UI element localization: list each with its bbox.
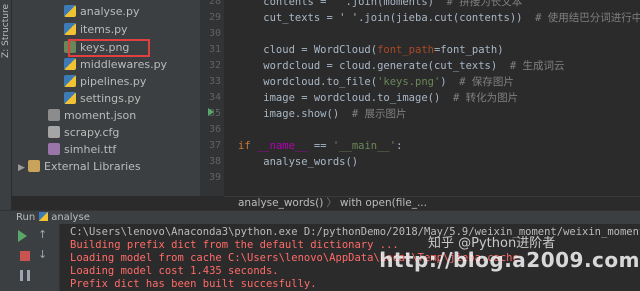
line-number: 30: [208, 28, 221, 39]
tree-item-label: scrapy.cfg: [64, 126, 120, 139]
tree-item-pipelines[interactable]: pipelines.py: [64, 74, 146, 90]
tree-item-external-libraries[interactable]: ▶ External Libraries: [18, 159, 141, 175]
code-param: font_path: [377, 44, 434, 56]
tree-item-items[interactable]: items.py: [64, 22, 128, 38]
run-tab-analyse[interactable]: analyse: [51, 212, 90, 223]
code-line: contents = ''.join(moments) # 拼接为长文本: [238, 0, 522, 10]
structure-tool-strip[interactable]: Z: Structure: [0, 0, 12, 210]
code-comment: # 展示图片: [351, 108, 407, 120]
tree-item-analyse[interactable]: analyse.py: [64, 4, 140, 20]
line-number: 38: [208, 156, 221, 167]
python-file-icon: [64, 92, 76, 104]
code-comment: # 拼接为长文本: [446, 0, 523, 8]
line-number: 34: [208, 92, 221, 103]
font-file-icon: [48, 143, 60, 155]
json-file-icon: [48, 109, 60, 121]
code-comment: # 保存图片: [459, 76, 514, 88]
line-number: 37: [208, 140, 221, 151]
line-number: 33: [208, 76, 221, 87]
code-line: analyse_words(): [238, 154, 358, 170]
cfg-file-icon: [48, 126, 60, 138]
python-file-icon: [64, 58, 76, 70]
breadcrumb: analyse_words() 〉 with open(file_...: [224, 196, 640, 210]
code-comment: # 使用结巴分词进行中: [535, 12, 640, 24]
code-string: '__main__': [332, 140, 397, 152]
tree-item-label: analyse.py: [80, 5, 140, 18]
code-text: analyse_words(): [238, 156, 359, 168]
console-line: Building prefix dict from the default di…: [70, 239, 399, 251]
run-tool-header: Run analyse: [0, 210, 640, 224]
project-tree: analyse.py items.py keys.png middlewares…: [12, 0, 200, 196]
code-text: contents = ''.join(moments): [238, 0, 434, 8]
python-file-icon: [39, 212, 49, 221]
tree-item-simhei-ttf[interactable]: simhei.ttf: [48, 142, 116, 158]
code-text: ==: [307, 140, 333, 152]
tree-item-label: middlewares.py: [80, 58, 168, 71]
code-line: wordcloud.to_file('keys.png') # 保存图片: [238, 74, 514, 90]
python-file-icon: [64, 23, 76, 35]
highlight-annotation-box: [68, 39, 150, 57]
code-text: cloud = WordCloud(: [238, 44, 378, 56]
code-text: wordcloud = cloud.generate(cut_texts): [238, 60, 498, 72]
pause-icon: [20, 270, 30, 281]
scroll-up-icon[interactable]: ↑: [38, 228, 52, 242]
url-watermark: http://blog.a2009.com: [379, 248, 640, 272]
tree-item-middlewares[interactable]: middlewares.py: [64, 57, 167, 73]
structure-tab-label[interactable]: Z: Structure: [1, 4, 11, 58]
line-number: 39: [208, 172, 221, 183]
pause-button[interactable]: [20, 270, 34, 284]
line-number: 32: [208, 60, 221, 71]
stop-icon: [20, 251, 30, 261]
code-text: =font_path): [433, 44, 504, 56]
rerun-button[interactable]: [18, 230, 32, 244]
tree-item-label: External Libraries: [44, 160, 141, 173]
code-comment: # 生成词云: [509, 60, 565, 72]
tree-item-label: simhei.ttf: [64, 143, 117, 156]
console-line: Loading model cost 1.435 seconds.: [70, 265, 279, 277]
scroll-down-icon[interactable]: ↓: [38, 248, 52, 262]
line-number: 31: [208, 44, 221, 55]
code-comment: # 转化为图片: [452, 92, 519, 104]
code-editor[interactable]: contents = ''.join(moments) # 拼接为长文本 cut…: [224, 0, 640, 196]
code-line: cloud = WordCloud(font_path=font_path): [238, 42, 504, 58]
expand-arrow-icon[interactable]: ▶: [18, 160, 28, 176]
tree-item-settings[interactable]: settings.py: [64, 91, 141, 107]
python-file-icon: [64, 5, 76, 17]
breadcrumb-item[interactable]: analyse_words(): [238, 197, 323, 209]
run-icon: [18, 230, 27, 242]
breadcrumb-item[interactable]: with open(file_...: [340, 197, 427, 209]
tree-item-moment-json[interactable]: moment.json: [48, 108, 136, 124]
run-toolbar: ↑ ↓: [0, 224, 60, 291]
code-line: image = wordcloud.to_image() # 转化为图片: [238, 90, 518, 106]
tree-item-label: settings.py: [80, 92, 141, 105]
code-text: image = wordcloud.to_image(): [238, 92, 441, 104]
tree-item-label: items.py: [80, 23, 128, 36]
line-number: 28: [208, 0, 221, 7]
tree-item-label: moment.json: [64, 109, 137, 122]
run-label: Run: [16, 212, 36, 223]
console-line: Prefix dict has been built succesfully.: [70, 278, 317, 290]
run-gutter-icon[interactable]: [208, 108, 214, 116]
stop-button[interactable]: [20, 251, 34, 265]
code-text: cut_texts = ' '.join(jieba.cut(contents)…: [238, 12, 523, 24]
code-line: if __name__ == '__main__':: [238, 138, 402, 154]
code-string: 'keys.png': [377, 76, 441, 88]
tree-item-label: pipelines.py: [80, 75, 147, 88]
code-text: ): [440, 76, 447, 88]
line-number-gutter: 28 29 30 31 32 33 34 35 36 37 38 39: [200, 0, 224, 196]
python-file-icon: [64, 75, 76, 87]
code-text: image.show(): [238, 108, 340, 120]
code-text: wordcloud.to_file(: [238, 76, 378, 88]
code-keyword: if: [238, 140, 251, 152]
code-line: image.show() # 展示图片: [238, 106, 406, 122]
code-line: wordcloud = cloud.generate(cut_texts) # …: [238, 58, 565, 74]
line-number: 29: [208, 12, 221, 23]
tree-item-scrapy-cfg[interactable]: scrapy.cfg: [48, 125, 119, 141]
code-text: :: [396, 140, 403, 152]
code-dunder: __name__: [256, 140, 308, 152]
breadcrumb-separator-icon: 〉: [326, 197, 337, 209]
library-icon: [28, 160, 40, 172]
code-line: cut_texts = ' '.join(jieba.cut(contents)…: [238, 10, 640, 26]
line-number: 36: [208, 124, 221, 135]
